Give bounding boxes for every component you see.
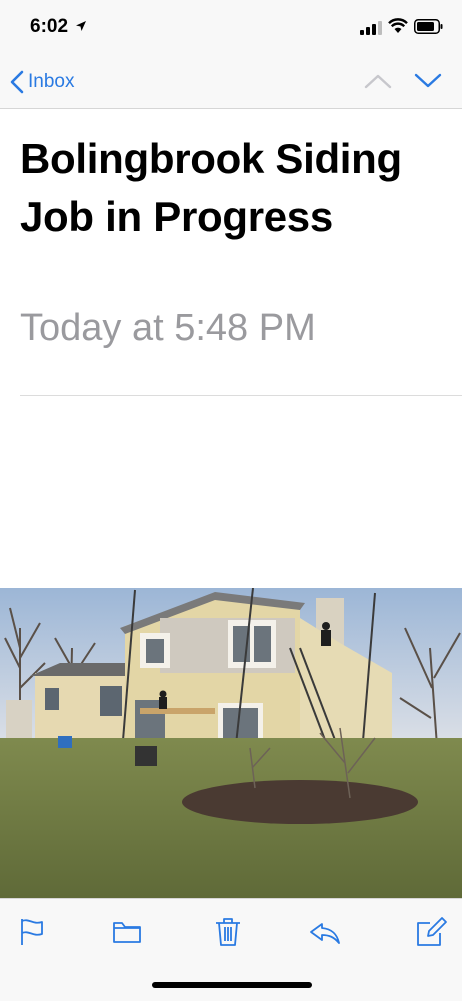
home-indicator[interactable] <box>152 982 312 988</box>
battery-icon <box>414 19 443 34</box>
location-arrow-icon <box>76 21 86 31</box>
status-bar: 6:02 <box>0 0 462 56</box>
previous-message-chevron-up-icon[interactable] <box>364 72 392 90</box>
house-siding-photo[interactable] <box>0 588 462 898</box>
folder-icon[interactable] <box>110 915 144 949</box>
compose-icon[interactable] <box>414 915 448 949</box>
message-date: Today at 5:48 PM <box>20 307 316 349</box>
navigation-bar: Inbox <box>0 56 462 109</box>
trash-icon[interactable] <box>211 915 245 949</box>
header-divider <box>20 395 462 396</box>
next-message-chevron-down-icon[interactable] <box>414 72 442 90</box>
back-button-label: Inbox <box>28 71 75 92</box>
chevron-left-icon <box>10 70 24 94</box>
cellular-signal-icon <box>360 21 382 35</box>
status-time: 6:02 <box>30 16 69 37</box>
reply-icon[interactable] <box>308 915 342 949</box>
wifi-icon <box>388 18 408 33</box>
back-to-inbox-button[interactable]: Inbox <box>10 68 74 96</box>
message-subject: Bolingbrook Siding Job in Progress <box>20 135 402 240</box>
flag-icon[interactable] <box>16 915 50 949</box>
